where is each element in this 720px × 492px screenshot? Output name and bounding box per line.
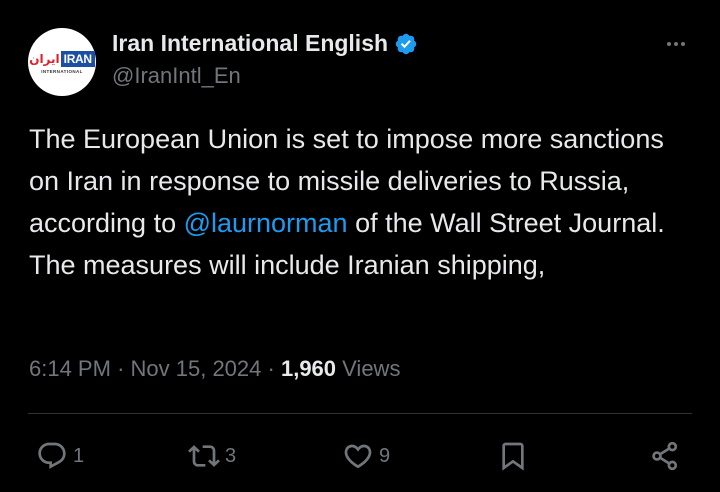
logo-english-text: IRAN — [60, 50, 95, 67]
retweet-button[interactable]: 3 — [188, 440, 236, 472]
logo-persian-text: ایران — [29, 51, 60, 66]
share-icon — [652, 441, 678, 471]
logo-subtitle: INTERNATIONAL — [41, 68, 83, 74]
display-name[interactable]: Iran International English — [112, 30, 388, 57]
tweet-meta: 6:14 PM · Nov 15, 2024 · 1,960 Views — [29, 356, 400, 382]
iran-international-logo: ایران IRAN — [29, 50, 95, 67]
reply-icon — [38, 442, 66, 469]
tweet-time[interactable]: 6:14 PM — [29, 356, 111, 381]
tweet-text: The European Union is set to impose more… — [29, 118, 699, 286]
retweet-icon — [188, 445, 220, 467]
more-options-button[interactable] — [662, 32, 690, 56]
views-label: Views — [342, 356, 401, 381]
share-button[interactable] — [649, 440, 681, 472]
avatar[interactable]: ایران IRAN INTERNATIONAL — [28, 28, 96, 96]
meta-separator: · — [117, 356, 125, 381]
reply-count: 1 — [73, 444, 85, 467]
meta-separator: · — [267, 356, 275, 381]
reply-button[interactable]: 1 — [36, 440, 84, 472]
more-horizontal-icon — [667, 42, 671, 46]
heart-icon — [344, 444, 372, 469]
retweet-count: 3 — [225, 444, 237, 467]
like-button[interactable]: 9 — [342, 440, 390, 472]
divider — [28, 413, 692, 414]
like-count: 9 — [379, 444, 391, 467]
mention-link[interactable]: @laurnorman — [184, 208, 348, 238]
tweet-date[interactable]: Nov 15, 2024 — [131, 356, 262, 381]
views-count: 1,960 — [280, 356, 337, 381]
bookmark-button[interactable] — [497, 440, 529, 472]
account-handle[interactable]: @IranIntl_En — [112, 63, 241, 89]
bookmark-icon — [502, 442, 524, 471]
verified-badge-icon[interactable] — [394, 32, 418, 56]
author-name-row: Iran International English — [112, 30, 418, 57]
